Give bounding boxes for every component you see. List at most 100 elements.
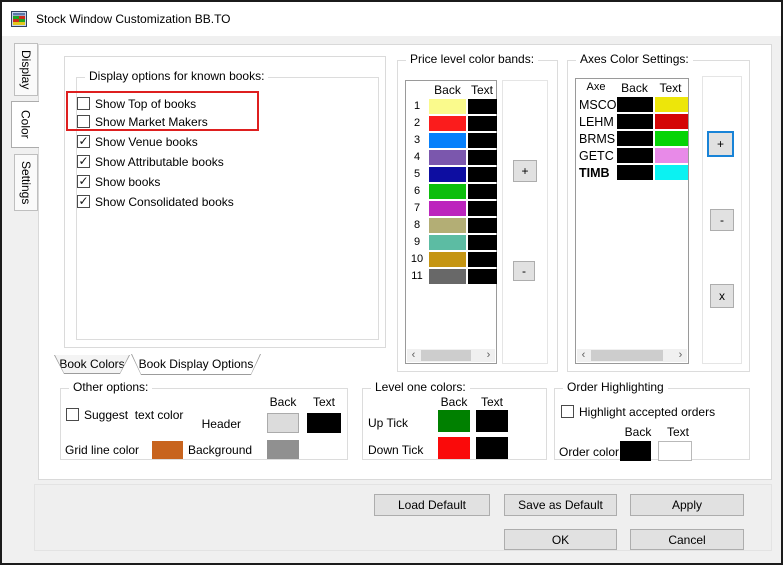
axes-color-row[interactable]: MSCO — [576, 96, 688, 113]
axe-name: LEHM — [579, 115, 617, 129]
price-text-swatch[interactable] — [468, 184, 497, 199]
axes-delete-button[interactable]: x — [710, 284, 734, 308]
cancel-button[interactable]: Cancel — [630, 529, 744, 550]
scrollbar-thumb[interactable] — [421, 350, 471, 361]
price-text-swatch[interactable] — [468, 167, 497, 182]
axes-table-hscrollbar[interactable]: ‹ › — [577, 349, 687, 362]
axe-text-swatch[interactable] — [655, 165, 688, 180]
price-text-swatch[interactable] — [468, 133, 497, 148]
price-back-swatch[interactable] — [429, 201, 466, 216]
axe-text-swatch[interactable] — [655, 114, 688, 129]
price-band-row[interactable]: 7 — [406, 200, 496, 217]
grid-line-color-swatch[interactable] — [152, 441, 183, 459]
price-table-hscrollbar[interactable]: ‹ › — [407, 349, 495, 362]
up-tick-text-swatch[interactable] — [476, 410, 508, 432]
axe-text-swatch[interactable] — [655, 148, 688, 163]
price-text-swatch[interactable] — [468, 252, 497, 267]
save-as-default-button[interactable]: Save as Default — [504, 494, 617, 516]
axes-color-row[interactable]: BRMS — [576, 130, 688, 147]
load-default-button[interactable]: Load Default — [374, 494, 490, 516]
price-text-swatch[interactable] — [468, 116, 497, 131]
show-venue-books-checkbox[interactable] — [77, 135, 90, 148]
price-level-number: 11 — [406, 270, 428, 282]
show-consolidated-books-checkbox[interactable] — [77, 195, 90, 208]
tab-color[interactable]: Color — [11, 101, 39, 148]
show-attributable-books-checkbox[interactable] — [77, 155, 90, 168]
price-bands-buttons-panel — [502, 80, 548, 364]
price-band-row[interactable]: 10 — [406, 251, 496, 268]
price-text-column-header: Text — [467, 83, 497, 97]
tab-display[interactable]: Display — [14, 43, 38, 96]
axes-color-row[interactable]: LEHM — [576, 113, 688, 130]
price-back-swatch[interactable] — [429, 133, 466, 148]
price-back-swatch[interactable] — [429, 218, 466, 233]
order-highlighting-title: Order Highlighting — [563, 380, 668, 394]
price-text-swatch[interactable] — [468, 235, 497, 250]
price-band-row[interactable]: 6 — [406, 183, 496, 200]
scroll-left-icon[interactable]: ‹ — [407, 349, 420, 362]
price-band-row[interactable]: 11 — [406, 268, 496, 285]
price-band-row[interactable]: 2 — [406, 115, 496, 132]
price-back-swatch[interactable] — [429, 269, 466, 284]
price-back-swatch[interactable] — [429, 116, 466, 131]
order-text-swatch[interactable] — [658, 441, 692, 461]
price-text-swatch[interactable] — [468, 201, 497, 216]
price-band-row[interactable]: 8 — [406, 217, 496, 234]
show-consolidated-books-label: Show Consolidated books — [95, 195, 234, 209]
price-back-swatch[interactable] — [429, 235, 466, 250]
background-back-swatch[interactable] — [267, 440, 299, 459]
down-tick-label: Down Tick — [368, 443, 423, 457]
price-band-row[interactable]: 9 — [406, 234, 496, 251]
price-text-swatch[interactable] — [468, 150, 497, 165]
up-tick-back-swatch[interactable] — [438, 410, 470, 432]
price-band-row[interactable]: 1 — [406, 98, 496, 115]
axe-back-swatch[interactable] — [617, 148, 653, 163]
axe-name: GETC — [579, 149, 617, 163]
price-band-row[interactable]: 5 — [406, 166, 496, 183]
axe-text-swatch[interactable] — [655, 97, 688, 112]
price-back-swatch[interactable] — [429, 99, 466, 114]
axe-back-swatch[interactable] — [617, 131, 653, 146]
price-band-remove-button[interactable]: - — [513, 261, 535, 281]
price-back-swatch[interactable] — [429, 167, 466, 182]
show-books-checkbox[interactable] — [77, 175, 90, 188]
tab-book-display-options[interactable]: Book Display Options — [131, 354, 261, 375]
tab-book-colors[interactable]: Book Colors — [54, 355, 130, 374]
ok-button[interactable]: OK — [504, 529, 617, 550]
price-text-swatch[interactable] — [468, 218, 497, 233]
header-back-swatch[interactable] — [267, 413, 299, 433]
suggest-text-color-checkbox[interactable] — [66, 408, 79, 421]
axe-text-swatch[interactable] — [655, 131, 688, 146]
price-bands-table[interactable]: Back Text 1 2 3 4 5 6 — [405, 80, 497, 364]
axes-text-column-header: Text — [653, 81, 688, 95]
scrollbar-thumb[interactable] — [591, 350, 663, 361]
axe-back-swatch[interactable] — [617, 165, 653, 180]
price-back-swatch[interactable] — [429, 252, 466, 267]
axe-name: TIMB — [579, 166, 617, 180]
apply-button[interactable]: Apply — [630, 494, 744, 516]
price-back-swatch[interactable] — [429, 150, 466, 165]
axes-add-button[interactable]: + — [707, 131, 734, 157]
axes-color-row[interactable]: GETC — [576, 147, 688, 164]
axes-remove-button[interactable]: - — [710, 209, 734, 231]
scroll-right-icon[interactable]: › — [674, 349, 687, 362]
price-text-swatch[interactable] — [468, 99, 497, 114]
scroll-right-icon[interactable]: › — [482, 349, 495, 362]
axes-colors-table[interactable]: Axe Back Text MSCO LEHM BRMS GETC TIMB — [575, 78, 689, 364]
highlight-accepted-orders-checkbox[interactable] — [561, 405, 574, 418]
axe-back-swatch[interactable] — [617, 114, 653, 129]
tab-settings[interactable]: Settings — [14, 154, 38, 211]
price-band-add-button[interactable]: + — [513, 160, 537, 182]
price-band-row[interactable]: 4 — [406, 149, 496, 166]
scroll-left-icon[interactable]: ‹ — [577, 349, 590, 362]
down-tick-back-swatch[interactable] — [438, 437, 470, 459]
order-back-swatch[interactable] — [620, 441, 651, 461]
header-text-swatch[interactable] — [307, 413, 341, 433]
price-band-row[interactable]: 3 — [406, 132, 496, 149]
axes-color-row[interactable]: TIMB — [576, 164, 688, 181]
price-level-number: 7 — [406, 202, 428, 214]
axe-back-swatch[interactable] — [617, 97, 653, 112]
price-text-swatch[interactable] — [468, 269, 497, 284]
down-tick-text-swatch[interactable] — [476, 437, 508, 459]
price-back-swatch[interactable] — [429, 184, 466, 199]
